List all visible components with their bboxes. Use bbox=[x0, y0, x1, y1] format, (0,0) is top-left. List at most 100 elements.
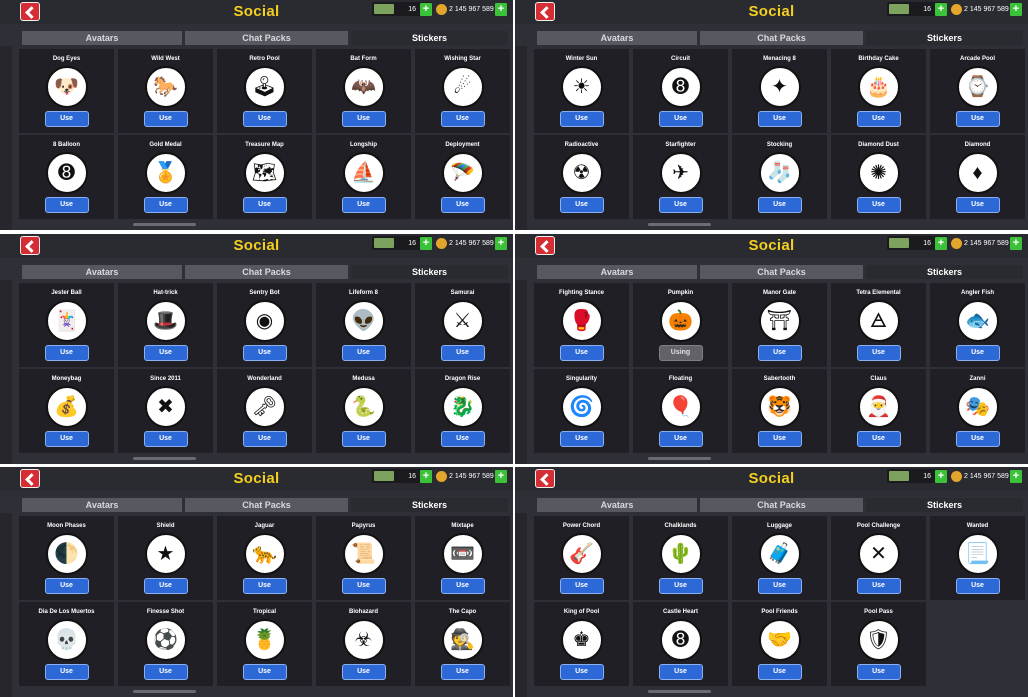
scrollbar[interactable] bbox=[648, 223, 711, 226]
use-button[interactable]: Use bbox=[44, 345, 89, 361]
tab-avatars[interactable]: Avatars bbox=[22, 498, 182, 512]
use-button[interactable]: Use bbox=[856, 431, 901, 447]
tab-chat-packs[interactable]: Chat Packs bbox=[185, 265, 348, 279]
add-cash-button[interactable]: + bbox=[420, 236, 432, 250]
tab-avatars[interactable]: Avatars bbox=[22, 265, 182, 279]
use-button[interactable]: Use bbox=[341, 664, 386, 680]
use-button[interactable]: Use bbox=[44, 664, 89, 680]
use-button[interactable]: Use bbox=[242, 111, 287, 127]
use-button[interactable]: Use bbox=[341, 111, 386, 127]
scrollbar[interactable] bbox=[648, 457, 711, 460]
sticker-name: Treasure Map bbox=[245, 142, 284, 148]
use-button[interactable]: Use bbox=[341, 345, 386, 361]
use-button[interactable]: Use bbox=[559, 197, 604, 213]
use-button[interactable]: Use bbox=[559, 345, 604, 361]
use-button[interactable]: Use bbox=[242, 197, 287, 213]
tab-avatars[interactable]: Avatars bbox=[22, 31, 182, 45]
use-button[interactable]: Use bbox=[44, 197, 89, 213]
tab-chat-packs[interactable]: Chat Packs bbox=[700, 31, 863, 45]
use-button[interactable]: Use bbox=[757, 111, 802, 127]
tab-avatars[interactable]: Avatars bbox=[537, 498, 697, 512]
use-button[interactable]: Use bbox=[143, 578, 188, 594]
use-button[interactable]: Use bbox=[440, 345, 485, 361]
coins-value: 2 145 967 589 bbox=[449, 5, 494, 13]
tab-stickers[interactable]: Stickers bbox=[351, 498, 508, 512]
use-button[interactable]: Use bbox=[559, 431, 604, 447]
use-button[interactable]: Use bbox=[856, 664, 901, 680]
use-button[interactable]: Use bbox=[658, 664, 703, 680]
add-coins-button[interactable]: + bbox=[1010, 469, 1022, 483]
use-button[interactable]: Use bbox=[440, 664, 485, 680]
scrollbar[interactable] bbox=[133, 690, 196, 693]
use-button[interactable]: Use bbox=[856, 111, 901, 127]
tab-chat-packs[interactable]: Chat Packs bbox=[185, 498, 348, 512]
use-button[interactable]: Use bbox=[955, 111, 1000, 127]
tab-stickers[interactable]: Stickers bbox=[351, 265, 508, 279]
tab-stickers[interactable]: Stickers bbox=[351, 31, 508, 45]
use-button[interactable]: Use bbox=[440, 578, 485, 594]
use-button[interactable]: Use bbox=[44, 111, 89, 127]
sticker-card: Medusa 🐍 Use bbox=[316, 369, 411, 453]
tab-chat-packs[interactable]: Chat Packs bbox=[700, 265, 863, 279]
use-button[interactable]: Use bbox=[143, 111, 188, 127]
use-button[interactable]: Use bbox=[143, 664, 188, 680]
use-button[interactable]: Use bbox=[955, 431, 1000, 447]
use-button[interactable]: Use bbox=[757, 345, 802, 361]
use-button[interactable]: Use bbox=[658, 431, 703, 447]
use-button[interactable]: Use bbox=[856, 578, 901, 594]
use-button[interactable]: Use bbox=[559, 578, 604, 594]
tab-avatars[interactable]: Avatars bbox=[537, 31, 697, 45]
tab-avatars[interactable]: Avatars bbox=[537, 265, 697, 279]
use-button[interactable]: Use bbox=[757, 197, 802, 213]
tab-stickers[interactable]: Stickers bbox=[866, 265, 1023, 279]
use-button[interactable]: Use bbox=[757, 664, 802, 680]
use-button[interactable]: Use bbox=[440, 197, 485, 213]
add-coins-button[interactable]: + bbox=[495, 236, 507, 250]
using-button[interactable]: Using bbox=[658, 345, 703, 361]
use-button[interactable]: Use bbox=[44, 431, 89, 447]
add-cash-button[interactable]: + bbox=[935, 469, 947, 483]
tab-chat-packs[interactable]: Chat Packs bbox=[185, 31, 348, 45]
add-cash-button[interactable]: + bbox=[420, 469, 432, 483]
tab-stickers[interactable]: Stickers bbox=[866, 31, 1023, 45]
use-button[interactable]: Use bbox=[341, 431, 386, 447]
add-coins-button[interactable]: + bbox=[495, 2, 507, 16]
use-button[interactable]: Use bbox=[242, 664, 287, 680]
use-button[interactable]: Use bbox=[559, 664, 604, 680]
use-button[interactable]: Use bbox=[856, 345, 901, 361]
use-button[interactable]: Use bbox=[341, 197, 386, 213]
sticker-glyph: 🐍 bbox=[351, 396, 376, 418]
use-button[interactable]: Use bbox=[658, 111, 703, 127]
use-button[interactable]: Use bbox=[955, 578, 1000, 594]
use-button[interactable]: Use bbox=[757, 431, 802, 447]
tab-stickers[interactable]: Stickers bbox=[866, 498, 1023, 512]
use-button[interactable]: Use bbox=[559, 111, 604, 127]
use-button[interactable]: Use bbox=[955, 197, 1000, 213]
use-button[interactable]: Use bbox=[955, 345, 1000, 361]
add-cash-button[interactable]: + bbox=[935, 2, 947, 16]
scrollbar[interactable] bbox=[648, 690, 711, 693]
use-button[interactable]: Use bbox=[658, 197, 703, 213]
use-button[interactable]: Use bbox=[242, 431, 287, 447]
scrollbar[interactable] bbox=[133, 457, 196, 460]
tab-chat-packs[interactable]: Chat Packs bbox=[700, 498, 863, 512]
add-coins-button[interactable]: + bbox=[1010, 236, 1022, 250]
scrollbar[interactable] bbox=[133, 223, 196, 226]
use-button[interactable]: Use bbox=[757, 578, 802, 594]
use-button[interactable]: Use bbox=[242, 345, 287, 361]
use-button[interactable]: Use bbox=[143, 431, 188, 447]
use-button[interactable]: Use bbox=[658, 578, 703, 594]
use-button[interactable]: Use bbox=[440, 111, 485, 127]
use-button[interactable]: Use bbox=[143, 345, 188, 361]
sticker-card: Papyrus 📜 Use bbox=[316, 516, 411, 600]
use-button[interactable]: Use bbox=[856, 197, 901, 213]
use-button[interactable]: Use bbox=[143, 197, 188, 213]
use-button[interactable]: Use bbox=[242, 578, 287, 594]
use-button[interactable]: Use bbox=[341, 578, 386, 594]
add-cash-button[interactable]: + bbox=[420, 2, 432, 16]
use-button[interactable]: Use bbox=[440, 431, 485, 447]
add-coins-button[interactable]: + bbox=[495, 469, 507, 483]
add-coins-button[interactable]: + bbox=[1010, 2, 1022, 16]
use-button[interactable]: Use bbox=[44, 578, 89, 594]
add-cash-button[interactable]: + bbox=[935, 236, 947, 250]
